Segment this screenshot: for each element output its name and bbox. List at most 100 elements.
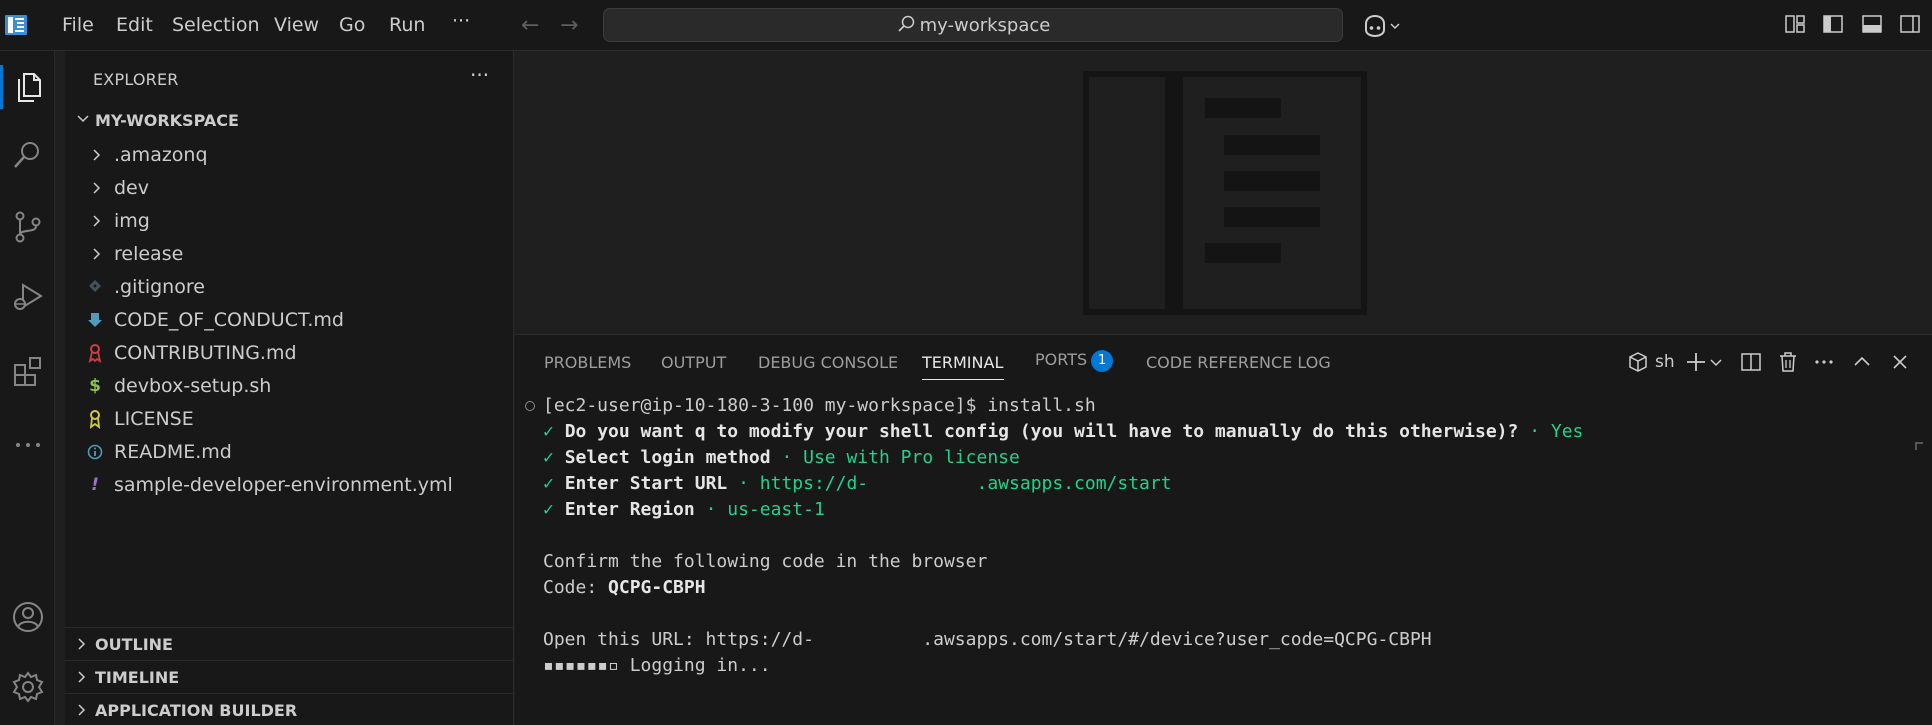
answer-text: · https://d- .awsapps.com/start — [738, 473, 1172, 494]
toggle-primary-sidebar-icon[interactable] — [1822, 13, 1844, 35]
menu-run[interactable]: Run — [389, 14, 425, 36]
section-outline[interactable]: OUTLINE — [65, 627, 514, 660]
explorer-title: EXPLORER — [93, 70, 179, 89]
tree-item-label: CONTRIBUTING.md — [114, 342, 297, 364]
terminal-line-q2: ✓ Select login method · Use with Pro lic… — [543, 446, 1020, 470]
tree-file-sample-developer-environment[interactable]: ! sample-developer-environment.yml — [65, 468, 514, 501]
maximize-panel-chevron-up-icon[interactable] — [1851, 351, 1873, 373]
tree-item-label: img — [114, 210, 150, 232]
menu-view[interactable]: View — [274, 14, 319, 36]
more-views-icon[interactable] — [10, 427, 46, 463]
vscode-app-icon — [5, 15, 27, 35]
terminal-url-line: Open this URL: https://d- .awsapps.com/s… — [543, 629, 1432, 650]
tree-file-gitignore[interactable]: .gitignore — [65, 270, 514, 303]
run-and-debug-icon[interactable] — [10, 279, 46, 315]
menu-edit[interactable]: Edit — [116, 14, 153, 36]
question-text: Select login method — [564, 447, 771, 468]
tree-file-devbox-setup[interactable]: $ devbox-setup.sh — [65, 369, 514, 402]
tab-output[interactable]: OUTPUT — [661, 353, 726, 372]
split-terminal-icon[interactable] — [1740, 351, 1762, 373]
menu-selection[interactable]: Selection — [172, 14, 260, 36]
yaml-icon: ! — [91, 475, 99, 495]
tree-file-readme[interactable]: README.md — [65, 435, 514, 468]
tree-file-license[interactable]: LICENSE — [65, 402, 514, 435]
ports-count-badge: 1 — [1091, 350, 1114, 372]
tree-item-label: .amazonq — [114, 144, 208, 166]
search-icon[interactable] — [10, 137, 46, 173]
trash-icon[interactable] — [1777, 351, 1799, 373]
tree-item-label: .gitignore — [114, 276, 205, 298]
section-timeline[interactable]: TIMELINE — [65, 660, 514, 693]
terminal-line-q4: ✓ Enter Region · us-east-1 — [543, 498, 825, 522]
workspace-name: MY-WORKSPACE — [95, 111, 239, 130]
command-center-search[interactable]: my-workspace — [603, 8, 1343, 42]
more-actions-icon[interactable] — [1813, 351, 1835, 373]
tab-terminal[interactable]: TERMINAL — [922, 353, 1003, 372]
tree-file-code-of-conduct[interactable]: CODE_OF_CONDUCT.md — [65, 303, 514, 336]
tree-item-label: dev — [114, 177, 149, 199]
title-bar: File Edit Selection View Go Run ··· ← → … — [0, 0, 1932, 51]
explorer-sidebar: EXPLORER ··· MY-WORKSPACE .amazonq dev i… — [65, 51, 514, 725]
toggle-secondary-sidebar-icon[interactable] — [1899, 13, 1921, 35]
accounts-icon[interactable] — [10, 599, 46, 635]
search-icon — [898, 15, 914, 32]
tree-folder-dev[interactable]: dev — [65, 171, 514, 204]
terminal-prompt-line: [ec2-user@ip-10-180-3-100 my-workspace]$… — [543, 395, 1096, 416]
chevron-right-icon — [93, 182, 101, 194]
tree-file-contributing[interactable]: CONTRIBUTING.md — [65, 336, 514, 369]
tree-folder-amazonq[interactable]: .amazonq — [65, 138, 514, 171]
tree-item-label: README.md — [114, 441, 232, 463]
copilot-icon[interactable] — [1361, 13, 1405, 39]
section-application-builder[interactable]: APPLICATION BUILDER — [65, 693, 514, 725]
terminal-line-q3: ✓ Enter Start URL · https://d- .awsapps.… — [543, 472, 1172, 496]
progress-spinner: ▪▪▪▪▪▪▫ — [543, 655, 619, 676]
terminal-shell-icon[interactable] — [1627, 351, 1649, 373]
close-panel-icon[interactable] — [1889, 351, 1911, 373]
tree-item-label: sample-developer-environment.yml — [114, 474, 453, 496]
chevron-right-icon — [93, 215, 101, 227]
terminal-scrollbar[interactable] — [1915, 442, 1923, 450]
chevron-right-icon — [78, 671, 86, 683]
info-icon — [87, 444, 103, 460]
menu-file[interactable]: File — [62, 14, 94, 36]
extensions-icon[interactable] — [10, 353, 46, 389]
terminal-line-q1: ✓ Do you want q to modify your shell con… — [543, 420, 1583, 444]
shell-script-icon: $ — [89, 376, 101, 396]
chevron-down-icon[interactable] — [1709, 357, 1723, 369]
markdown-download-icon — [88, 313, 102, 327]
tab-debug-console[interactable]: DEBUG CONSOLE — [758, 353, 898, 372]
device-code: QCPG-CBPH — [608, 577, 706, 598]
tab-ports-label: PORTS — [1035, 350, 1088, 369]
section-label: OUTLINE — [95, 635, 173, 654]
source-control-icon[interactable] — [10, 209, 46, 245]
tree-folder-release[interactable]: release — [65, 237, 514, 270]
checkmark-icon: ✓ — [543, 499, 554, 520]
explorer-icon[interactable] — [10, 69, 46, 105]
terminal-output[interactable]: [ec2-user@ip-10-180-3-100 my-workspace]$… — [515, 390, 1923, 720]
code-label: Code: — [543, 577, 609, 598]
tree-folder-img[interactable]: img — [65, 204, 514, 237]
activity-bar — [0, 51, 55, 725]
forward-arrow-icon[interactable]: → — [560, 13, 578, 38]
git-file-icon — [89, 280, 101, 292]
explorer-more-actions[interactable]: ··· — [470, 63, 489, 87]
terminal-shell-name[interactable]: sh — [1655, 352, 1675, 372]
chevron-right-icon — [93, 248, 101, 260]
chevron-down-icon — [77, 115, 89, 123]
tab-ports[interactable]: PORTS 1 — [1035, 350, 1114, 372]
checkmark-icon: ✓ — [543, 421, 554, 442]
settings-gear-icon[interactable] — [10, 669, 46, 705]
checkmark-icon: ✓ — [543, 473, 554, 494]
tab-problems[interactable]: PROBLEMS — [544, 353, 631, 372]
new-terminal-plus-icon[interactable] — [1685, 351, 1707, 373]
menu-more[interactable]: ··· — [452, 10, 470, 32]
customize-layout-icon[interactable] — [1784, 13, 1806, 35]
toggle-panel-icon[interactable] — [1861, 13, 1883, 35]
bottom-panel: PROBLEMS OUTPUT DEBUG CONSOLE TERMINAL P… — [515, 334, 1932, 725]
license-ribbon-icon — [89, 410, 101, 429]
back-arrow-icon[interactable]: ← — [521, 13, 539, 38]
menu-go[interactable]: Go — [339, 14, 365, 36]
tab-code-reference-log[interactable]: CODE REFERENCE LOG — [1146, 353, 1331, 372]
workspace-folder-header[interactable]: MY-WORKSPACE — [65, 106, 514, 134]
question-text: Do you want q to modify your shell confi… — [564, 421, 1519, 442]
